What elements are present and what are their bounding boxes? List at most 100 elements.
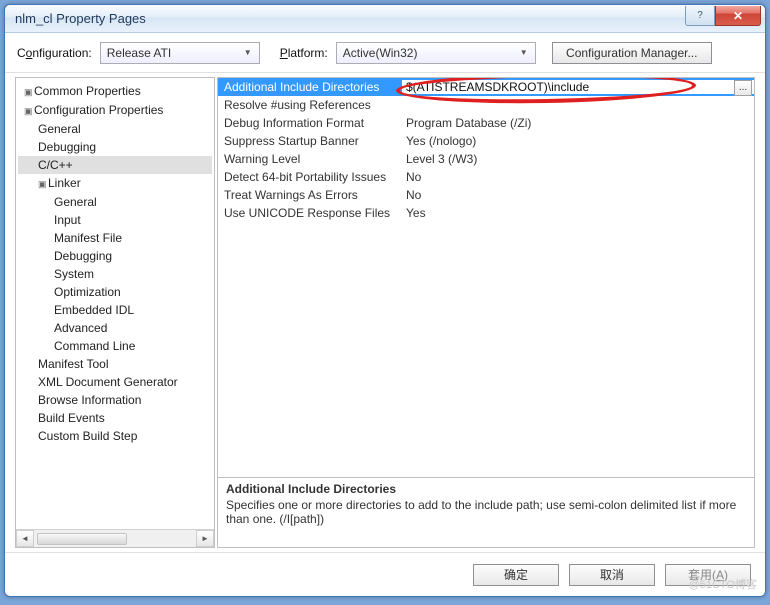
- tree-node-label: Optimization: [54, 285, 121, 299]
- window-buttons: ? ✕: [685, 11, 761, 26]
- tree-node-label: General: [54, 195, 97, 209]
- chevron-down-icon: ▼: [240, 48, 256, 57]
- platform-value: Active(Win32): [343, 46, 418, 60]
- property-label: Debug Information Format: [218, 116, 402, 130]
- configuration-value: Release ATI: [107, 46, 171, 60]
- tree-node[interactable]: ▣Common Properties: [18, 82, 212, 101]
- property-row[interactable]: Use UNICODE Response FilesYes: [218, 204, 754, 222]
- tree-node-label: General: [38, 122, 81, 136]
- window-title: nlm_cl Property Pages: [15, 11, 685, 26]
- property-label: Treat Warnings As Errors: [218, 188, 402, 202]
- tree-node-label: Browse Information: [38, 393, 141, 407]
- tree-node-label: Common Properties: [34, 84, 141, 98]
- cancel-button[interactable]: 取消: [569, 564, 655, 586]
- browse-button[interactable]: ...: [734, 80, 752, 96]
- tree-node[interactable]: Debugging: [18, 247, 212, 265]
- tree-node-label: Custom Build Step: [38, 429, 137, 443]
- tree-node[interactable]: Input: [18, 211, 212, 229]
- tree-node-label: Embedded IDL: [54, 303, 134, 317]
- property-label: Additional Include Directories: [218, 80, 402, 94]
- tree-node[interactable]: System: [18, 265, 212, 283]
- right-column: Additional Include Directories$(ATISTREA…: [217, 77, 755, 548]
- property-label: Resolve #using References: [218, 98, 402, 112]
- tree-node-label: Build Events: [38, 411, 105, 425]
- property-row[interactable]: Treat Warnings As ErrorsNo: [218, 186, 754, 204]
- property-value[interactable]: Level 3 (/W3): [402, 152, 754, 166]
- property-value[interactable]: Program Database (/Zi): [402, 116, 754, 130]
- scroll-right-button[interactable]: ►: [196, 530, 214, 547]
- tree-node-label: System: [54, 267, 94, 281]
- scrollbar-thumb[interactable]: [37, 533, 127, 545]
- platform-dropdown[interactable]: Active(Win32) ▼: [336, 42, 536, 64]
- tree-node-label: Command Line: [54, 339, 135, 353]
- tree-node[interactable]: General: [18, 120, 212, 138]
- tree-node-label: C/C++: [38, 158, 73, 172]
- tree-node-label: Input: [54, 213, 81, 227]
- tree-node-label: Linker: [48, 176, 81, 190]
- close-button[interactable]: ✕: [715, 6, 761, 26]
- configuration-manager-button[interactable]: Configuration Manager...: [552, 42, 712, 64]
- category-tree-panel: ▣Common Properties▣Configuration Propert…: [15, 77, 215, 548]
- tree-node[interactable]: Build Events: [18, 409, 212, 427]
- tree-node[interactable]: Browse Information: [18, 391, 212, 409]
- tree-node[interactable]: C/C++: [18, 156, 212, 174]
- tree-horizontal-scrollbar[interactable]: ◄ ►: [16, 529, 214, 547]
- scroll-left-button[interactable]: ◄: [16, 530, 34, 547]
- tree-node[interactable]: Manifest Tool: [18, 355, 212, 373]
- apply-button[interactable]: 套用(A): [665, 564, 751, 586]
- property-row[interactable]: Additional Include Directories$(ATISTREA…: [218, 78, 754, 96]
- main-area: ▣Common Properties▣Configuration Propert…: [5, 73, 765, 552]
- expand-icon[interactable]: ▣: [24, 84, 34, 100]
- expand-icon[interactable]: ▣: [24, 103, 34, 119]
- tree-node-label: Manifest File: [54, 231, 122, 245]
- property-value[interactable]: No: [402, 188, 754, 202]
- help-button[interactable]: ?: [685, 6, 715, 26]
- tree-node[interactable]: ▣Linker: [18, 174, 212, 193]
- tree-node[interactable]: XML Document Generator: [18, 373, 212, 391]
- scrollbar-track[interactable]: [34, 530, 196, 547]
- tree-node-label: Debugging: [54, 249, 112, 263]
- configuration-label: Configuration:: [17, 46, 92, 60]
- tree-node[interactable]: Optimization: [18, 283, 212, 301]
- property-row[interactable]: Detect 64-bit Portability IssuesNo: [218, 168, 754, 186]
- tree-node-label: Manifest Tool: [38, 357, 108, 371]
- property-value[interactable]: Yes: [402, 206, 754, 220]
- close-icon: ✕: [733, 9, 743, 23]
- description-panel: Additional Include Directories Specifies…: [217, 478, 755, 548]
- chevron-down-icon: ▼: [516, 48, 532, 57]
- property-value[interactable]: Yes (/nologo): [402, 134, 754, 148]
- property-label: Warning Level: [218, 152, 402, 166]
- dialog-footer: 确定 取消 套用(A) @51CTO博客: [5, 552, 765, 596]
- property-pages-window: nlm_cl Property Pages ? ✕ Configuration:…: [4, 4, 766, 597]
- tree-node[interactable]: Command Line: [18, 337, 212, 355]
- property-label: Use UNICODE Response Files: [218, 206, 402, 220]
- property-value[interactable]: No: [402, 170, 754, 184]
- category-tree[interactable]: ▣Common Properties▣Configuration Propert…: [16, 78, 214, 529]
- tree-node[interactable]: Debugging: [18, 138, 212, 156]
- description-body: Specifies one or more directories to add…: [226, 498, 746, 526]
- config-toolbar: Configuration: Release ATI ▼ Platform: A…: [5, 33, 765, 73]
- property-grid[interactable]: Additional Include Directories$(ATISTREA…: [217, 77, 755, 478]
- tree-node-label: Debugging: [38, 140, 96, 154]
- property-label: Suppress Startup Banner: [218, 134, 402, 148]
- platform-label: Platform:: [280, 46, 328, 60]
- tree-node-label: Advanced: [54, 321, 107, 335]
- tree-node-label: XML Document Generator: [38, 375, 178, 389]
- tree-node[interactable]: Embedded IDL: [18, 301, 212, 319]
- tree-node[interactable]: General: [18, 193, 212, 211]
- tree-node[interactable]: Advanced: [18, 319, 212, 337]
- tree-node-label: Configuration Properties: [34, 103, 163, 117]
- tree-node[interactable]: Manifest File: [18, 229, 212, 247]
- tree-node[interactable]: Custom Build Step: [18, 427, 212, 445]
- title-bar[interactable]: nlm_cl Property Pages ? ✕: [5, 5, 765, 33]
- property-row[interactable]: Suppress Startup BannerYes (/nologo): [218, 132, 754, 150]
- tree-node[interactable]: ▣Configuration Properties: [18, 101, 212, 120]
- ok-button[interactable]: 确定: [473, 564, 559, 586]
- expand-icon[interactable]: ▣: [38, 176, 48, 192]
- description-title: Additional Include Directories: [226, 482, 746, 496]
- property-row[interactable]: Debug Information FormatProgram Database…: [218, 114, 754, 132]
- property-value[interactable]: $(ATISTREAMSDKROOT)\include...: [402, 80, 754, 94]
- configuration-dropdown[interactable]: Release ATI ▼: [100, 42, 260, 64]
- property-row[interactable]: Warning LevelLevel 3 (/W3): [218, 150, 754, 168]
- property-row[interactable]: Resolve #using References: [218, 96, 754, 114]
